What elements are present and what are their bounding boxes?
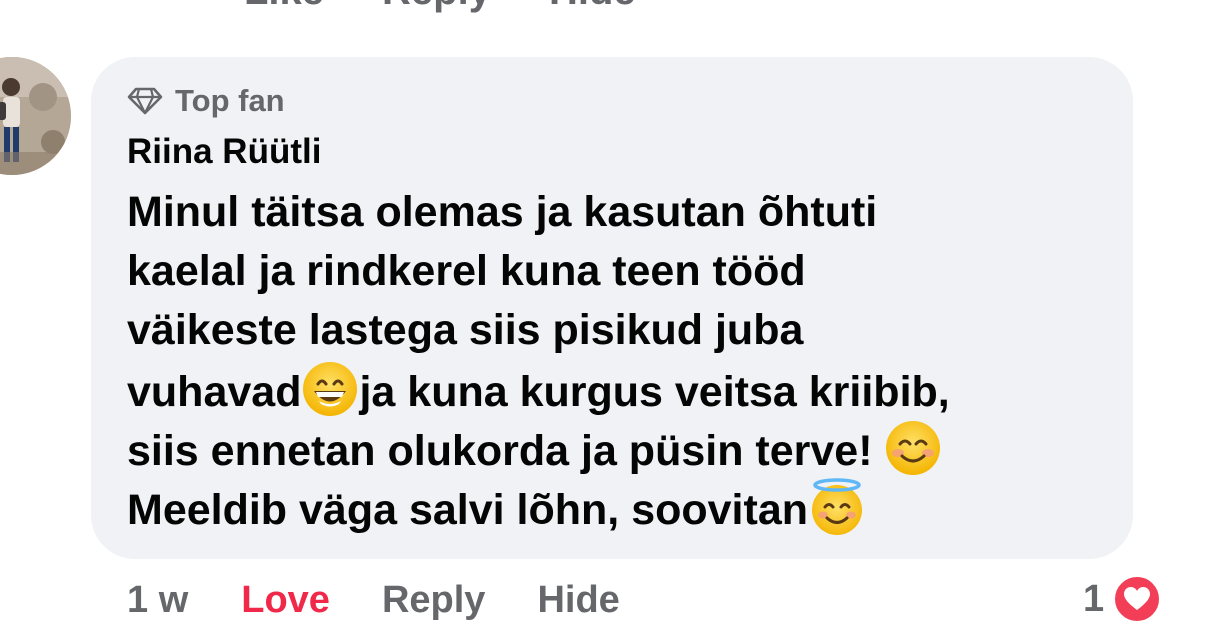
hide-link[interactable]: Hide: [537, 579, 619, 622]
grinning-face-emoji: [301, 360, 359, 418]
heart-reaction-icon: [1112, 574, 1163, 624]
love-reaction-link[interactable]: Love: [241, 579, 330, 622]
comment-segment: siis ennetan olukorda ja püsin terve!: [127, 427, 873, 475]
top-fan-label: Top fan: [175, 83, 285, 118]
reaction-summary[interactable]: 1: [1083, 572, 1163, 626]
comment-actions: 1 w Love Reply Hide: [127, 575, 620, 625]
avatar-photo: [0, 57, 71, 175]
smiling-face-emoji: [884, 419, 942, 477]
comment-line: kaelal ja rindkerel kuna teen tööd: [127, 247, 806, 295]
prev-like-link[interactable]: Like: [244, 0, 324, 12]
prev-reply-link[interactable]: Reply: [382, 0, 491, 12]
halo-face-emoji: [808, 478, 866, 536]
comment-author[interactable]: Riina Rüütli: [127, 130, 321, 174]
avatar[interactable]: [0, 57, 71, 175]
comment-line-with-emoji: Meeldib väga salvi lõhn, soovitan: [127, 478, 1117, 537]
reply-link[interactable]: Reply: [382, 579, 485, 622]
comment-segment: vuhavad: [127, 368, 302, 416]
comment-segment: Meeldib väga salvi lõhn, soovitan: [127, 486, 809, 534]
comment-line: Minul täitsa olemas ja kasutan õhtuti: [127, 188, 878, 236]
comment-line-with-emoji: vuhavad ja kuna kurgus veitsa kriibib,: [127, 360, 1117, 419]
comment-segment: ja kuna kurgus veitsa kriibib,: [359, 368, 950, 416]
reaction-count: 1: [1083, 577, 1105, 620]
previous-comment-actions: Like Reply Hide: [244, 0, 636, 12]
comment-line: väikeste lastega siis pisikud juba: [127, 306, 804, 354]
comment-text: Minul täitsa olemas ja kasutan õhtuti ka…: [127, 183, 1117, 537]
diamond-icon: [127, 87, 163, 115]
prev-hide-link[interactable]: Hide: [549, 0, 636, 12]
comment-line-with-emoji: siis ennetan olukorda ja püsin terve!: [127, 419, 1117, 478]
top-fan-badge[interactable]: Top fan: [127, 82, 285, 120]
comment-timestamp[interactable]: 1 w: [127, 579, 188, 622]
